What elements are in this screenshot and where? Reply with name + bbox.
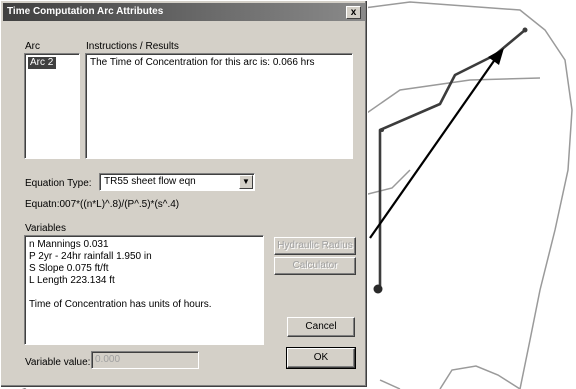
close-icon: x <box>350 7 357 18</box>
watershed-boundary <box>363 1 573 389</box>
arc-list[interactable]: Arc 2 <box>24 53 80 159</box>
arc-node-start[interactable] <box>522 27 528 33</box>
results-box[interactable]: The Time of Concentration for this arc i… <box>85 53 353 159</box>
variable-value-label: Variable value: <box>25 357 91 368</box>
screen: Time Computation Arc Attributes x Arc Ar… <box>0 0 576 389</box>
variable-line: P 2yr - 24hr rainfall 1.950 in <box>29 251 152 262</box>
arc-attributes-dialog: Time Computation Arc Attributes x Arc Ar… <box>0 0 368 388</box>
variable-note: Time of Concentration has units of hours… <box>29 299 212 310</box>
equation-text: Equatn:007*((n*L)^.8)/(P^.5)*(s^.4) <box>25 199 180 210</box>
dialog-title: Time Computation Arc Attributes <box>7 6 164 17</box>
variable-value-field[interactable]: 0.000 <box>91 351 199 369</box>
arc-node-end[interactable] <box>373 284 383 294</box>
variable-line: L Length 223.134 ft <box>29 275 115 286</box>
arc-label: Arc <box>25 41 40 52</box>
equation-type-select[interactable]: TR55 sheet flow eqn ▼ <box>99 173 255 191</box>
close-button[interactable]: x <box>346 6 361 19</box>
instructions-label: Instructions / Results <box>86 41 179 52</box>
equation-type-value: TR55 sheet flow eqn <box>104 176 196 187</box>
hydraulic-radius-button[interactable]: Hydraulic Radius <box>274 237 356 255</box>
equation-type-label: Equation Type: <box>25 178 92 189</box>
variables-label: Variables <box>25 223 66 234</box>
ok-button[interactable]: OK <box>286 347 356 369</box>
variables-box[interactable]: n Mannings 0.031 P 2yr - 24hr rainfall 1… <box>24 235 264 345</box>
annotation-arrowhead <box>488 48 504 65</box>
calculator-button[interactable]: Calculator <box>274 257 356 275</box>
cancel-button[interactable]: Cancel <box>287 317 355 337</box>
arc-list-item[interactable]: Arc 2 <box>28 57 56 69</box>
dialog-titlebar[interactable]: Time Computation Arc Attributes x <box>3 3 365 21</box>
flow-arc <box>378 29 526 289</box>
results-text: The Time of Concentration for this arc i… <box>90 57 315 68</box>
chevron-down-icon[interactable]: ▼ <box>239 175 253 189</box>
variable-line: S Slope 0.075 ft/ft <box>29 263 109 274</box>
arc-node-vertex[interactable] <box>380 128 384 132</box>
variable-line: n Mannings 0.031 <box>29 239 109 250</box>
